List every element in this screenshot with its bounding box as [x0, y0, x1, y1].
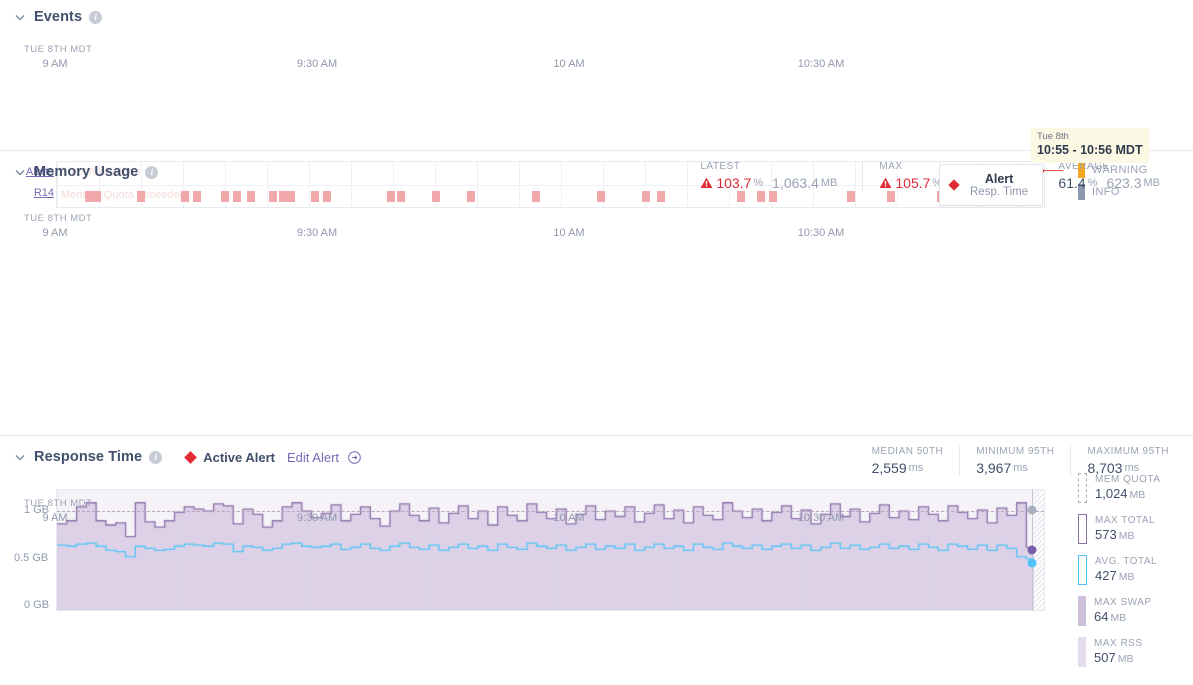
response-panel: Response Time i Active Alert Edit Alert …: [0, 440, 1193, 685]
memory-tick-1: 9:30 AM: [296, 227, 338, 239]
memory-crosshair-dot-avg: [1027, 558, 1037, 568]
warning-icon: [879, 177, 892, 188]
memory-crosshair-dot-max: [1027, 545, 1037, 555]
events-tick-0: 9 AM: [42, 58, 68, 70]
memory-stat-latest-bytes-unit: MB: [820, 177, 838, 189]
memory-crosshair-dot-quota: [1027, 505, 1037, 515]
events-time-tooltip: Tue 8th 10:55 - 10:56 MDT: [1031, 128, 1149, 163]
memory-stat-average-label: AVERAGE: [1058, 161, 1110, 172]
memory-stat-average-percent-unit: %: [1087, 177, 1098, 189]
response-stats: MEDIAN 50TH 2,559 ms MINIMUM 95TH 3,967 …: [856, 446, 1185, 476]
memory-stat-latest-label: LATEST: [700, 161, 741, 172]
active-alert-label: Active Alert: [203, 449, 275, 465]
divider-1: [0, 150, 1193, 151]
response-title: Response Time: [34, 449, 143, 465]
memory-stat-average: AVERAGE 61.4 % 623.3 MB: [1041, 161, 1185, 191]
memory-title: Memory Usage: [34, 164, 139, 180]
events-tick-1: 9:30 AM: [296, 58, 338, 70]
tooltip-range: 10:55 - 10:56 MDT: [1037, 142, 1143, 157]
memory-quota-line: [57, 511, 1044, 512]
response-tick-1: 9:30 AM: [296, 512, 338, 524]
events-alert-tooltip: Alert Resp. Time: [939, 164, 1044, 206]
divider-2: [0, 435, 1193, 436]
response-tick-0: 9 AM: [42, 512, 68, 524]
chevron-down-icon[interactable]: [14, 11, 26, 23]
memory-tick-2: 10 AM: [553, 227, 585, 239]
arrow-right-circle-icon[interactable]: [347, 450, 361, 464]
memory-stat-latest-percent: 103.7: [716, 175, 752, 191]
events-header[interactable]: Events i: [0, 0, 1193, 34]
alert-diamond-icon: [184, 450, 198, 464]
memory-stat-latest-percent-unit: %: [753, 177, 764, 189]
response-tick-3: 10:30 AM: [797, 512, 845, 524]
memory-tick-0: 9 AM: [42, 227, 68, 239]
response-stat-max-label: MAXIMUM 95TH: [1087, 446, 1169, 457]
events-panel: Events i TUE 8TH MDT 9 AM 9:30 AM 10 AM …: [0, 0, 1193, 208]
response-tick-2: 10 AM: [553, 512, 585, 524]
memory-axis-day: TUE 8TH MDT: [24, 213, 93, 224]
chevron-down-icon[interactable]: [14, 166, 26, 178]
memory-stat-max-percent: 105.7: [895, 175, 931, 191]
info-icon[interactable]: i: [89, 10, 103, 24]
tooltip-day: Tue 8th: [1037, 131, 1069, 142]
memory-stat-average-percent: 61.4: [1058, 175, 1086, 191]
edit-alert-label: Edit Alert: [287, 449, 340, 465]
response-stat-min-value: 3,967: [976, 460, 1012, 476]
memory-tick-3: 10:30 AM: [797, 227, 845, 239]
memory-stat-latest-bytes: 1,063.4: [772, 175, 819, 191]
memory-stats: LATEST 103.7 % 1,063.4 MB MAX 105.7 % 1,…: [684, 161, 1185, 191]
response-stat-max-value: 8,703: [1087, 460, 1123, 476]
events-title: Events: [34, 9, 83, 25]
memory-time-axis: TUE 8TH MDT 9 AM 9:30 AM 10 AM 10:30 AM: [0, 213, 1193, 247]
response-stat-median-value: 2,559: [871, 460, 907, 476]
alert-tooltip-subtitle: Resp. Time: [970, 186, 1029, 198]
memory-stat-average-bytes: 623.3: [1106, 175, 1142, 191]
events-tick-2: 10 AM: [553, 58, 585, 70]
response-stat-max-unit: ms: [1124, 462, 1140, 474]
events-time-axis: TUE 8TH MDT 9 AM 9:30 AM 10 AM 10:30 AM: [0, 44, 1193, 78]
response-stat-median-50th: MEDIAN 50TH 2,559 ms: [856, 446, 960, 476]
events-tick-3: 10:30 AM: [797, 58, 845, 70]
chevron-down-icon[interactable]: [14, 451, 26, 463]
warning-icon: [700, 177, 713, 188]
response-stat-minimum-95th: MINIMUM 95TH 3,967 ms: [959, 446, 1070, 476]
memory-stat-latest: LATEST 103.7 % 1,063.4 MB: [684, 161, 862, 191]
response-stat-min-unit: ms: [1013, 462, 1028, 474]
response-stat-median-unit: ms: [908, 462, 924, 474]
edit-alert-link[interactable]: Edit Alert: [287, 450, 361, 465]
response-stat-median-label: MEDIAN 50TH: [871, 446, 944, 457]
alert-diamond-icon: [948, 179, 960, 191]
memory-stat-average-bytes-unit: MB: [1143, 177, 1161, 189]
alert-tooltip-title: Alert: [984, 172, 1014, 186]
info-icon[interactable]: i: [149, 450, 163, 464]
events-axis-day: TUE 8TH MDT: [24, 44, 93, 55]
response-stat-maximum-95th: MAXIMUM 95TH 8,703 ms: [1070, 446, 1185, 476]
response-time-axis: TUE 8TH MDT 9 AM 9:30 AM 10 AM 10:30 AM: [0, 498, 1193, 532]
response-stat-min-label: MINIMUM 95TH: [976, 446, 1055, 457]
info-icon[interactable]: i: [145, 165, 159, 179]
response-axis-day: TUE 8TH MDT: [24, 498, 93, 509]
